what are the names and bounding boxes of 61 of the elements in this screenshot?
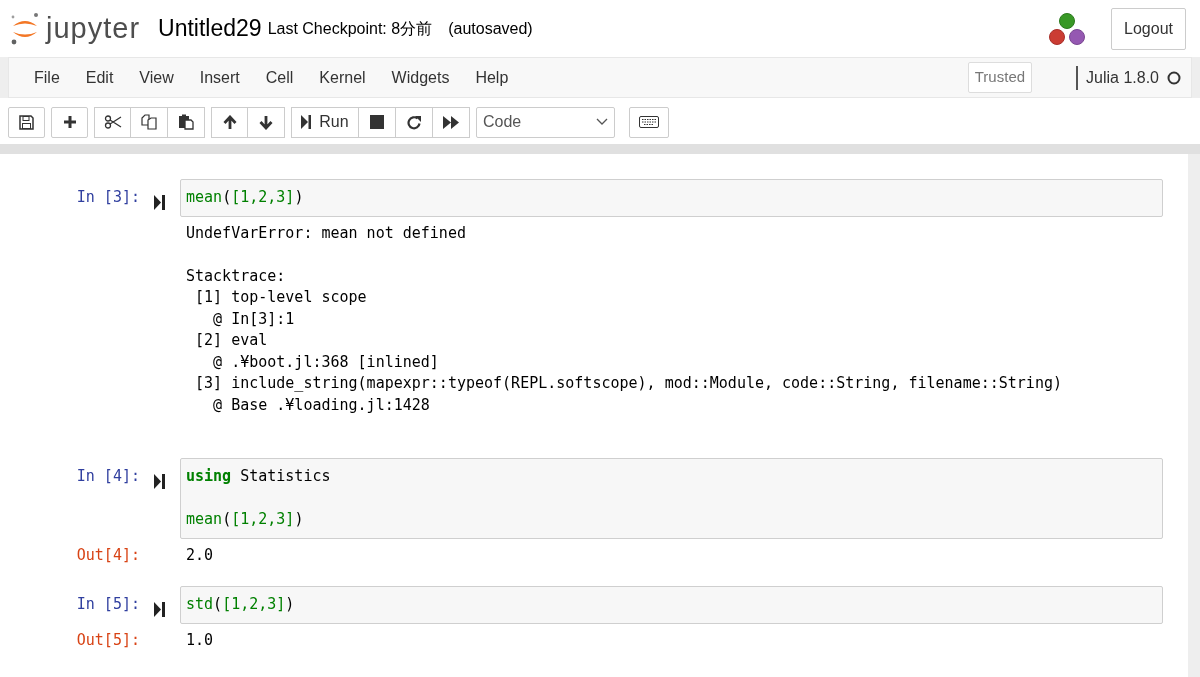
arrow-up-icon: [222, 114, 237, 130]
stop-button[interactable]: [359, 106, 396, 138]
keyboard-icon: [639, 116, 659, 128]
code-line: using Statistics: [186, 466, 332, 487]
fast-forward-icon: [443, 115, 459, 129]
code-input[interactable]: using Statistics mean([1,2,3]): [180, 458, 1163, 539]
stop-icon: [370, 115, 384, 129]
output-text: Stacktrace: [1] top-level scope @ In[3]:1 [2] eval @ .¥boot.jl:368 [inlined] [3] include_string(mapexpr::typeof(REPL.softscope), mod::Module, code::String, filename::String) @ Base .¥loading.jl:1428: [185, 265, 1063, 416]
step-forward-icon: [301, 115, 312, 129]
run-cell-icon[interactable]: [154, 474, 165, 490]
move-down-button[interactable]: [248, 106, 285, 138]
notebook-name[interactable]: Untitled29: [158, 11, 262, 46]
input-prompt: In [4]:: [75, 466, 141, 487]
copy-button[interactable]: [131, 106, 168, 138]
jupyter-logo-icon: [10, 11, 40, 46]
menu-item[interactable]: Cell: [252, 65, 307, 90]
output-prompt: Out[4]:: [75, 544, 141, 566]
code-line: std([1,2,3]): [186, 594, 296, 615]
arrow-down-icon: [259, 114, 273, 130]
output-text: 1.0: [185, 629, 215, 651]
output-text: 2.0: [185, 544, 215, 566]
move-up-button[interactable]: [211, 106, 248, 138]
menu-item[interactable]: View: [126, 65, 187, 90]
insert-cell-button[interactable]: [51, 106, 88, 138]
scissors-icon: [103, 115, 122, 129]
kernel-name: Julia 1.8.0: [1076, 65, 1159, 90]
trusted-indicator[interactable]: Trusted: [967, 62, 1033, 93]
run-cell-icon[interactable]: [154, 602, 165, 618]
output-text: UndefVarError: mean not defined: [185, 222, 467, 244]
copy-icon: [141, 114, 157, 130]
input-prompt: In [5]:: [75, 594, 141, 615]
restart-button[interactable]: [396, 106, 433, 138]
run-all-button[interactable]: [433, 106, 470, 138]
redo-icon: [406, 114, 422, 130]
menu-item[interactable]: Kernel: [306, 65, 379, 90]
chevron-down-icon: [596, 118, 608, 126]
cell-type-dropdown[interactable]: Code: [476, 106, 615, 138]
input-prompt: In [3]:: [75, 187, 141, 208]
menu-item[interactable]: Edit: [72, 65, 127, 90]
keyboard-shortcuts-button[interactable]: [629, 106, 669, 138]
julia-logo-icon: [1047, 11, 1088, 46]
plus-icon: [62, 115, 77, 129]
run-cell-icon[interactable]: [154, 195, 165, 211]
code-line: mean([1,2,3]): [186, 509, 305, 530]
autosave-status: (autosaved): [448, 18, 533, 39]
code-input[interactable]: mean([1,2,3]): [180, 179, 1163, 217]
menu-item[interactable]: Widgets: [378, 65, 463, 90]
menu-item[interactable]: Help: [462, 65, 522, 90]
output-prompt: Out[5]:: [75, 629, 141, 651]
logout-button[interactable]: Logout: [1111, 7, 1186, 50]
menu-item[interactable]: Insert: [186, 65, 253, 90]
run-button[interactable]: Run: [291, 106, 359, 138]
clipboard-icon: [178, 114, 194, 130]
logo-text[interactable]: jupyter: [46, 14, 141, 43]
cut-button[interactable]: [94, 106, 131, 138]
code-input[interactable]: std([1,2,3]): [180, 586, 1163, 624]
code-line: mean([1,2,3]): [186, 187, 305, 208]
paste-button[interactable]: [168, 106, 205, 138]
checkpoint-status: Last Checkpoint: 8分前: [267, 18, 433, 39]
menu-item[interactable]: File: [21, 65, 73, 90]
save-button[interactable]: [8, 106, 45, 138]
